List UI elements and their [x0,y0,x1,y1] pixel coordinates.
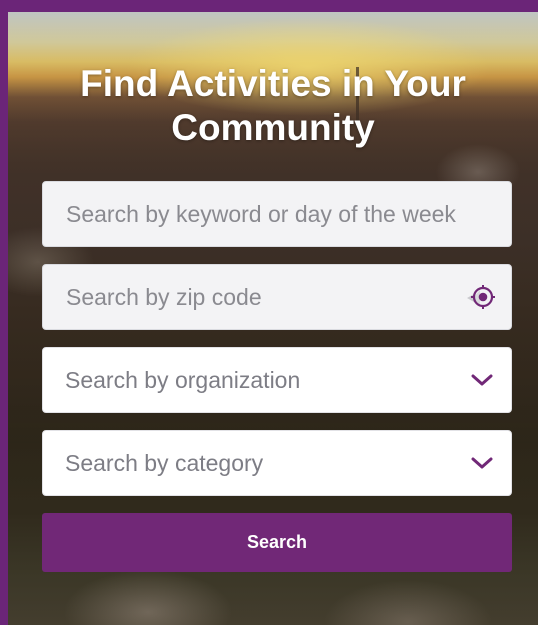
category-select[interactable]: Search by category [42,430,512,496]
keyword-search-field [42,181,512,247]
page-title: Find Activities in Your Community [80,63,466,148]
chevron-down-icon [469,367,495,393]
page-frame: Find Activities in Your Community Search… [0,0,538,625]
category-select-label: Search by category [65,449,264,476]
keyword-search-input[interactable] [43,182,511,246]
organization-select-label: Search by organization [65,366,301,393]
zip-search-field [42,264,512,330]
search-button[interactable]: Search [42,513,512,572]
organization-select[interactable]: Search by organization [42,347,512,413]
zip-search-input[interactable] [43,265,511,329]
chevron-down-icon [469,450,495,476]
location-target-icon[interactable] [465,284,495,312]
